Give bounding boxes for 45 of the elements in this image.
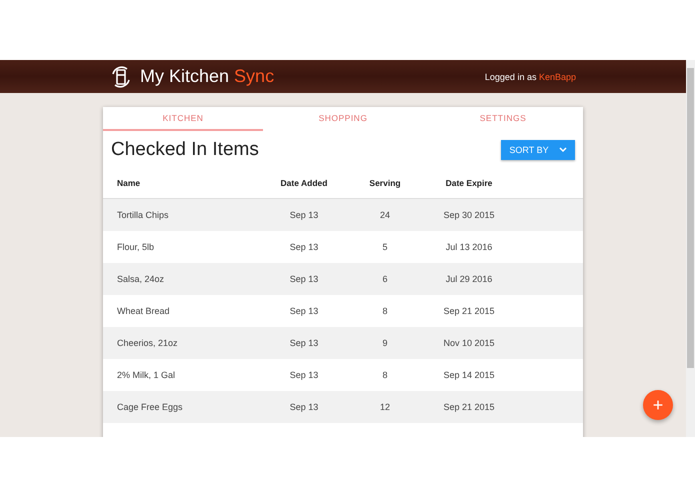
table-cell-text: Cheerios, 21oz bbox=[116, 338, 179, 348]
table-cell-text: Sep 13 bbox=[288, 402, 320, 412]
table-cell-text: 6 bbox=[381, 274, 388, 284]
table-cell-text: Salsa, 24oz bbox=[116, 274, 166, 284]
column-header: Date Expire bbox=[444, 178, 494, 188]
app-title: My Kitchen Sync bbox=[140, 66, 276, 87]
column-header: Name bbox=[116, 178, 142, 188]
table-row[interactable]: Cage Free Eggs Sep 13 12 Sep 21 2015 bbox=[103, 391, 583, 423]
table-cell-text: Sep 13 bbox=[288, 306, 320, 316]
table-row[interactable]: Cheerios, 21oz Sep 13 9 Nov 10 2015 bbox=[103, 327, 583, 359]
table-cell-text: Wheat Bread bbox=[116, 306, 171, 316]
table-cell-text: 5 bbox=[381, 242, 388, 252]
login-status: Logged in as KenBapp bbox=[484, 72, 576, 82]
table-row[interactable]: Salsa, 24oz Sep 13 6 Jul 29 2016 bbox=[103, 263, 583, 295]
table-cell-text: 9 bbox=[381, 338, 388, 348]
table-cell-text: Sep 21 2015 bbox=[442, 306, 496, 316]
table-cell-text: Sep 13 bbox=[288, 274, 320, 284]
table-cell-text: 8 bbox=[381, 306, 388, 316]
fridge-sync-icon bbox=[110, 66, 132, 88]
table-cell-text: Sep 13 bbox=[288, 338, 320, 348]
table-cell-text: Jul 29 2016 bbox=[444, 274, 494, 284]
table-row[interactable]: Wheat Bread Sep 13 8 Sep 21 2015 bbox=[103, 295, 583, 327]
scrollbar[interactable] bbox=[686, 60, 695, 437]
table-cell-text: Tortilla Chips bbox=[116, 210, 170, 220]
table-row[interactable]: Tortilla Chips Sep 13 24 Sep 30 2015 bbox=[103, 199, 583, 231]
table-cell-text: Nov 10 2015 bbox=[442, 338, 496, 348]
column-header: Date Added bbox=[280, 178, 328, 188]
table-cell-text: Sep 14 2015 bbox=[442, 370, 496, 380]
table-cell-text: Sep 13 bbox=[288, 370, 320, 380]
table-cell-text: Sep 21 2015 bbox=[442, 402, 496, 412]
column-header: Serving bbox=[368, 178, 402, 188]
chevron-down-icon bbox=[558, 146, 567, 152]
table-cell-text: Sep 13 bbox=[288, 210, 320, 220]
table-cell-text: 8 bbox=[381, 370, 388, 380]
table-cell-text: 12 bbox=[378, 402, 391, 412]
table-cell-text: Sep 13 bbox=[288, 242, 320, 252]
table-cell-text: Jul 13 2016 bbox=[444, 242, 494, 252]
table-cell-text: Flour, 5lb bbox=[116, 242, 156, 252]
page-title: Checked In Items bbox=[111, 138, 259, 160]
table-cell-text: Sep 30 2015 bbox=[442, 210, 496, 220]
table-row[interactable]: 2% Milk, 1 Gal Sep 13 8 Sep 14 2015 bbox=[103, 359, 583, 391]
table-row[interactable]: Flour, 5lb Sep 13 5 Jul 13 2016 bbox=[103, 231, 583, 263]
table-cell-text: Cage Free Eggs bbox=[116, 402, 184, 412]
table-cell-text: 2% Milk, 1 Gal bbox=[116, 370, 176, 380]
table-cell-text: 24 bbox=[378, 210, 391, 220]
